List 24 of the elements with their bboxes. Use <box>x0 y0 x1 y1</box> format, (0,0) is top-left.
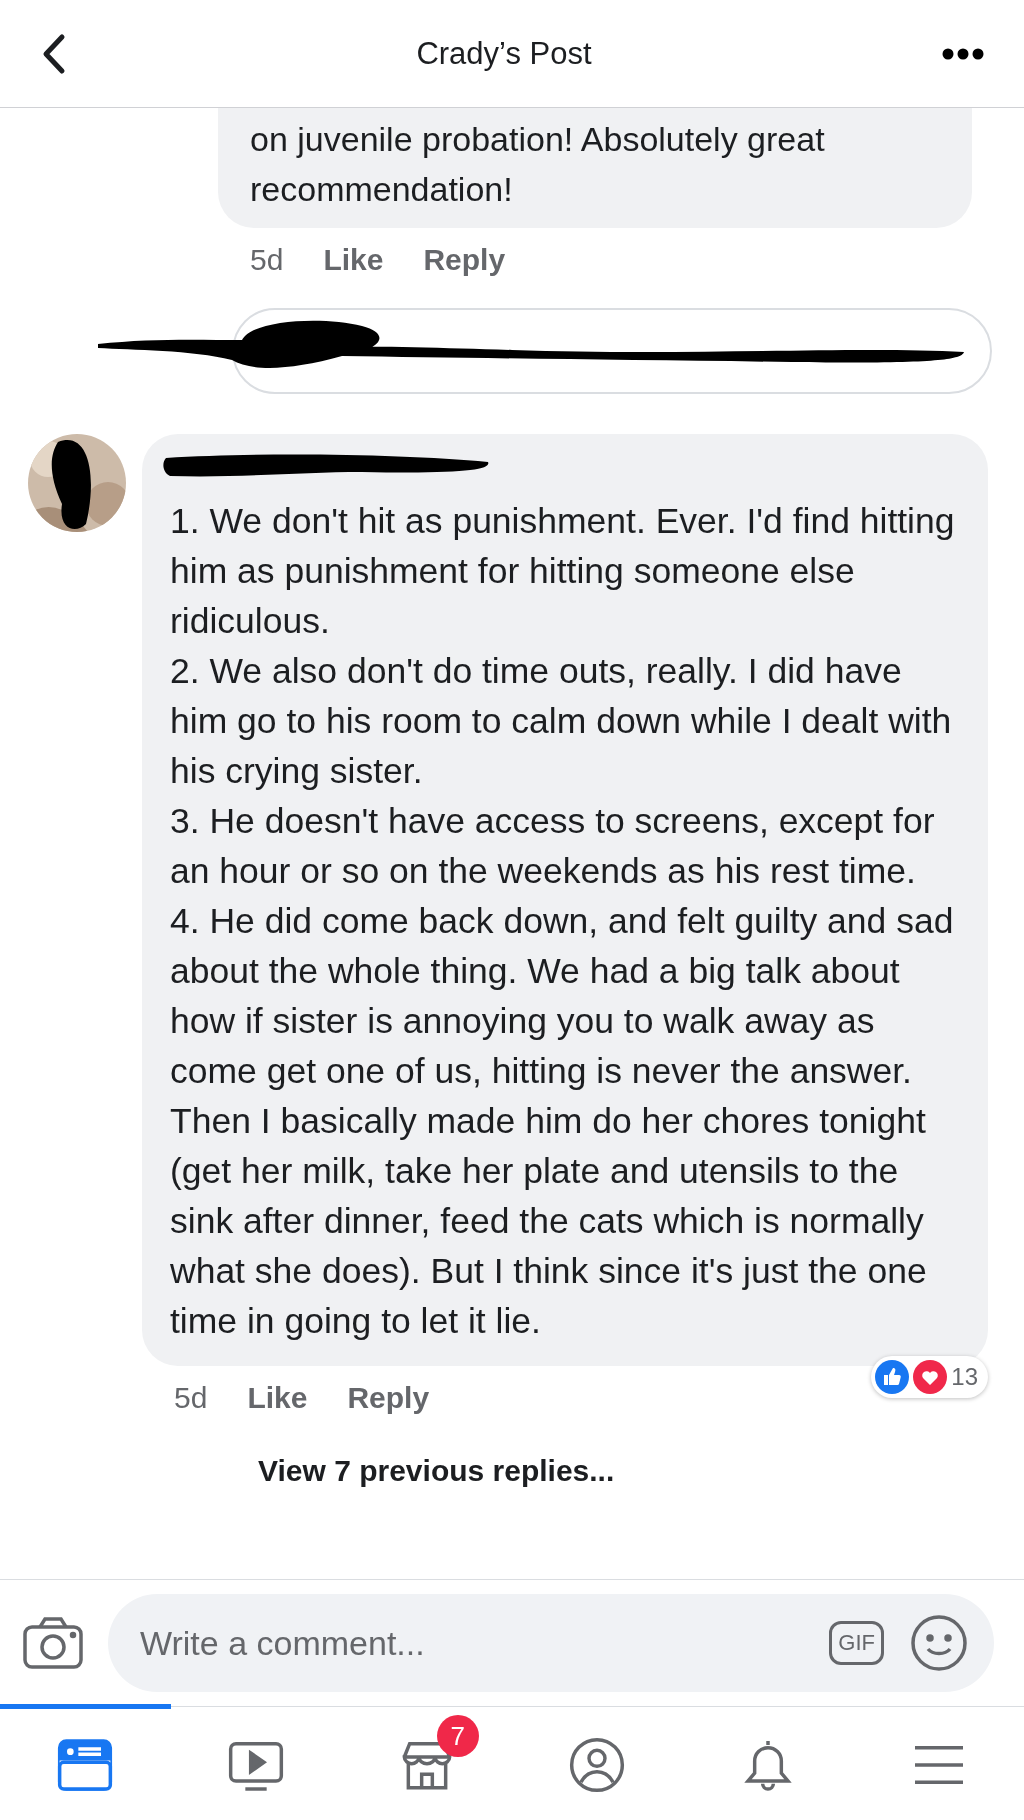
emoji-icon[interactable] <box>910 1614 968 1672</box>
comment-paragraph: 2. We also don't do time outs, really. I did have him go to his room to calm down while I dealt with his crying sister. <box>170 650 953 793</box>
notification-badge: 7 <box>436 1715 479 1757</box>
comment-text: on juvenile probation! Absolutely great recommendation! <box>218 108 972 228</box>
reaction-count: 13 <box>951 1363 978 1391</box>
reaction-summary[interactable]: 13 <box>871 1356 988 1398</box>
tab-bar-item[interactable]: 7 <box>341 1704 512 1820</box>
comment-action-link[interactable]: Like <box>247 1381 308 1415</box>
comment-input[interactable]: Write a comment... GIF <box>108 1594 994 1692</box>
more-options-icon[interactable] <box>942 47 984 60</box>
like-reaction-icon <box>875 1360 910 1394</box>
comment-action-link[interactable]: Like <box>323 243 384 277</box>
comment-action-link[interactable]: Reply <box>347 1381 430 1415</box>
comment-paragraph: 3. He doesn't have access to screens, except for an hour or so on the weekends as his rest time. <box>170 800 936 893</box>
comment-action-link[interactable]: Reply <box>423 243 506 277</box>
camera-icon[interactable] <box>22 1615 84 1671</box>
comment-time: 5d <box>174 1381 208 1415</box>
heart-reaction-icon <box>913 1360 948 1394</box>
view-previous-replies-link[interactable]: View 7 previous replies... <box>0 1430 1024 1508</box>
gif-button[interactable]: GIF <box>829 1621 884 1665</box>
comment-time: 5d <box>250 243 284 277</box>
page-title: Crady’s Post <box>416 35 592 72</box>
comment-paragraph: 1. We don't hit as punishment. Ever. I'd find hitting him as punishment for hitting someone else ridiculous. <box>170 500 956 643</box>
comment-paragraph: 4. He did come back down, and felt guilty and sad about the whole thing. We had a big talk about how if sister is annoying you to walk away as come get one of us, hitting is never the answer. Then I basically made him do her chores tonight (get her milk, take her plate and utensils to the sink after dinner, feed the cats which is normally what she does). But I think since it's just the one time in going to let it lie. <box>170 900 955 1343</box>
